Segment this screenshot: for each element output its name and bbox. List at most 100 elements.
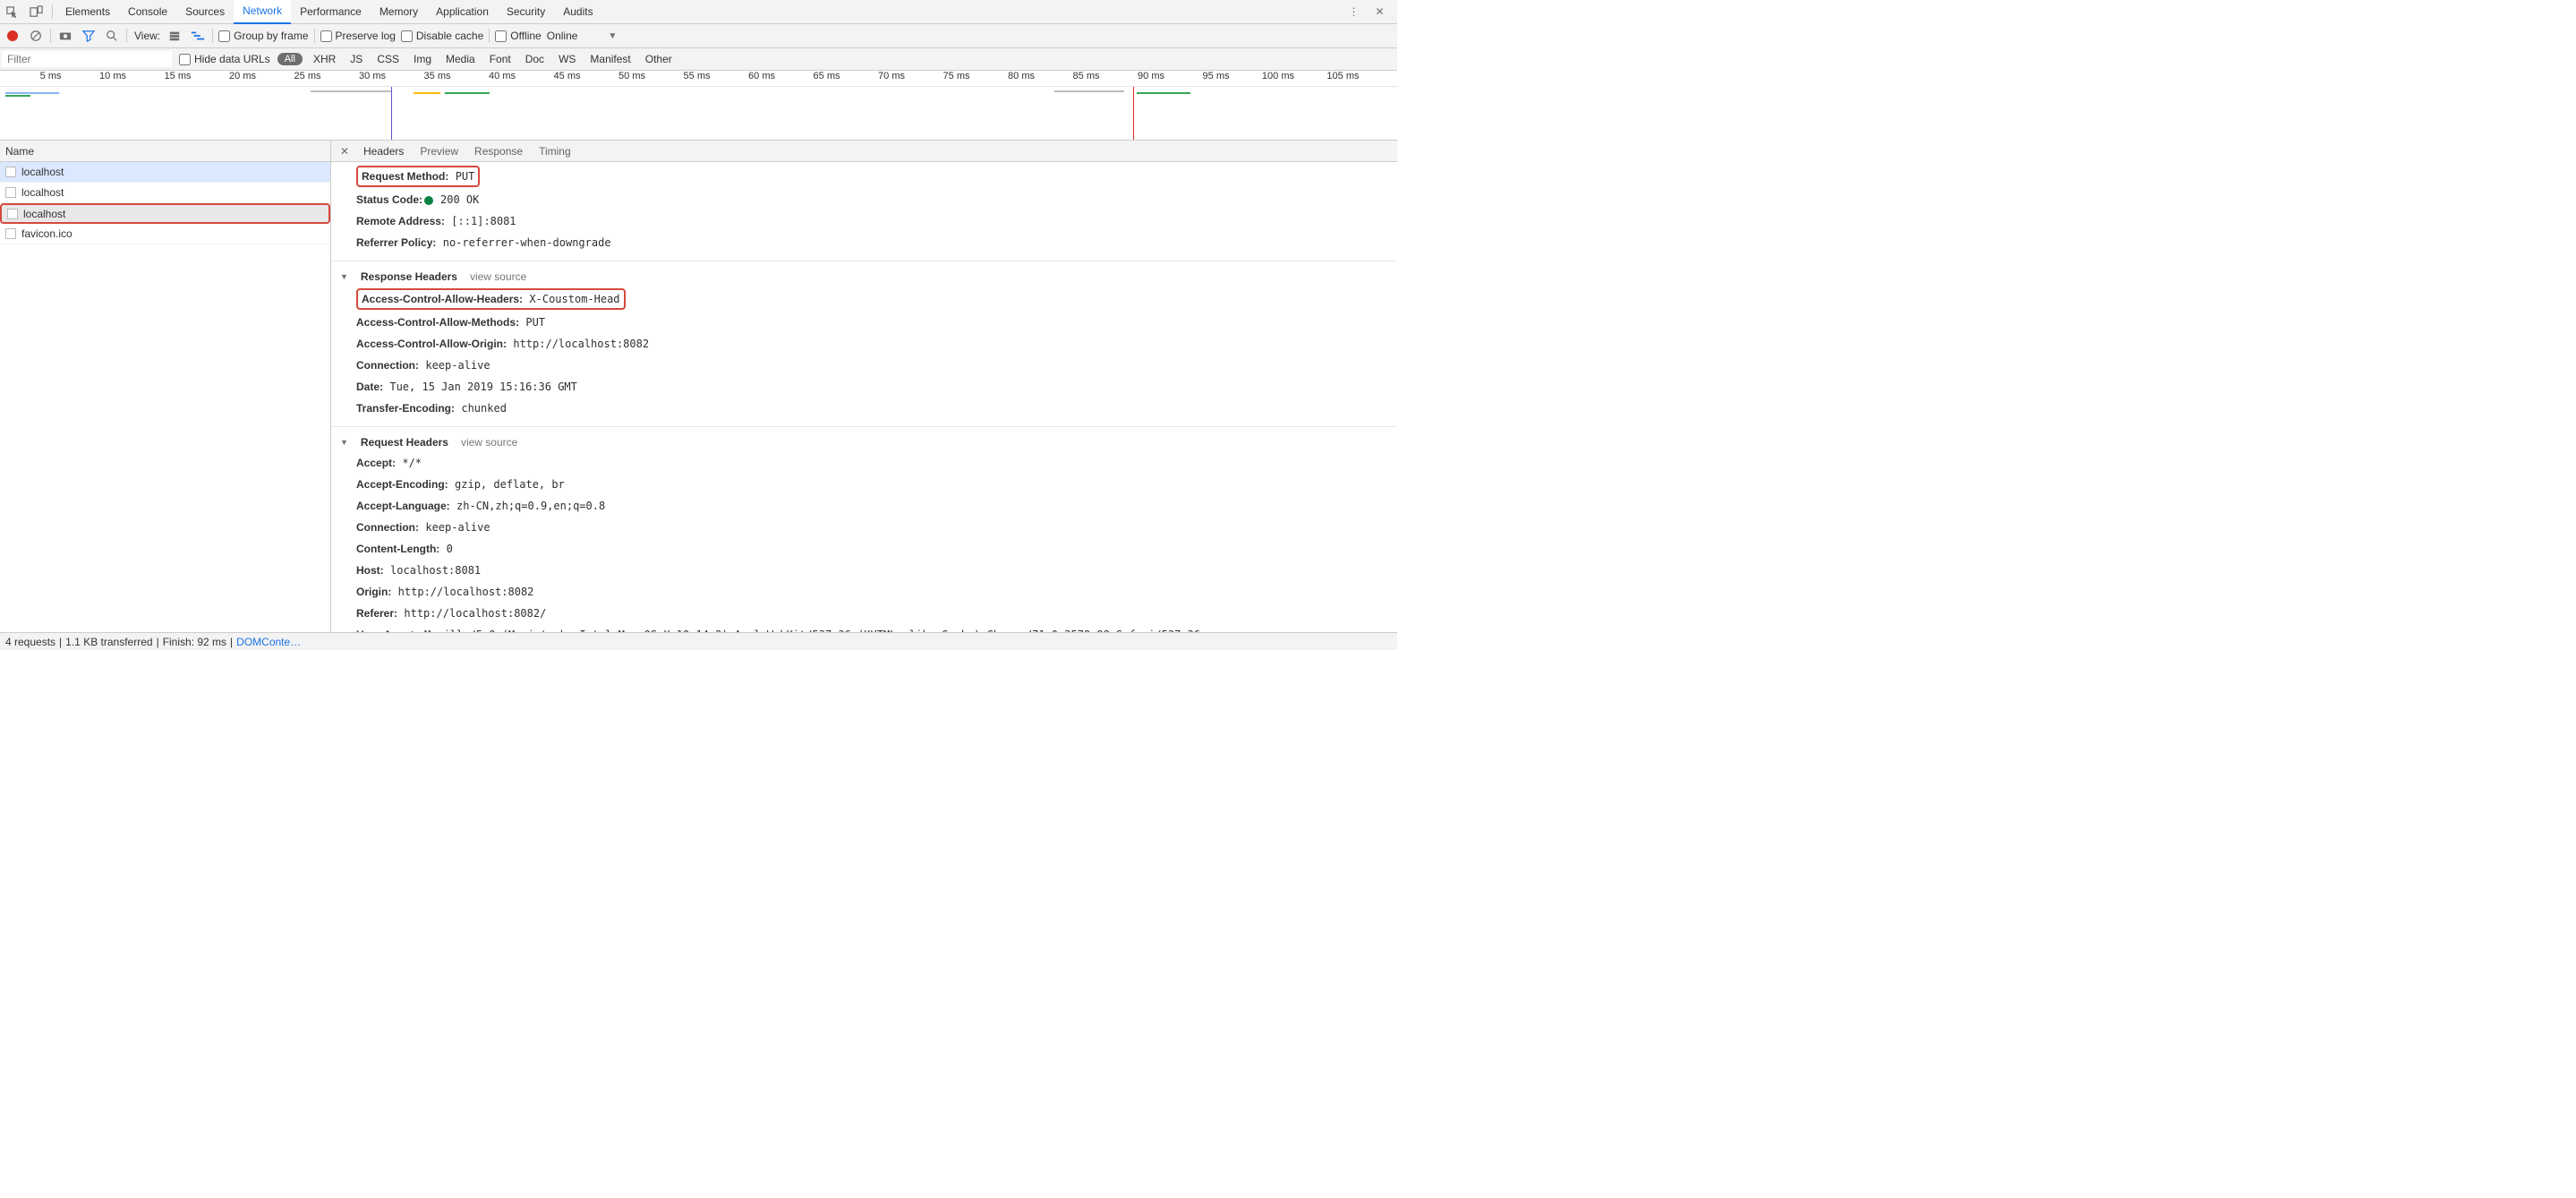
response-headers-section: ▼ Response Headers view source Access-Co… [331, 261, 1397, 427]
view-source-link[interactable]: view source [461, 436, 517, 449]
view-label: View: [134, 30, 160, 42]
offline-label: Offline [510, 30, 541, 42]
large-rows-icon[interactable] [166, 27, 183, 45]
filter-type-img[interactable]: Img [410, 53, 435, 65]
header-row: Access-Control-Allow-Origin: http://loca… [340, 333, 1388, 355]
tab-elements[interactable]: Elements [56, 0, 119, 24]
main-tabs: ElementsConsoleSourcesNetworkPerformance… [56, 0, 602, 24]
filter-type-doc[interactable]: Doc [522, 53, 548, 65]
timeline-tick: 60 ms [714, 71, 780, 86]
filter-type-xhr[interactable]: XHR [310, 53, 339, 65]
filter-type-all[interactable]: All [277, 53, 303, 65]
filter-input[interactable] [2, 51, 172, 67]
divider [52, 4, 53, 19]
header-row: Accept: */* [340, 452, 1388, 474]
tab-application[interactable]: Application [427, 0, 498, 24]
throttling-select[interactable]: Online [547, 30, 578, 42]
divider [212, 29, 213, 43]
timeline-tick: 65 ms [779, 71, 844, 86]
request-row[interactable]: localhost [0, 203, 330, 224]
search-icon[interactable] [103, 27, 121, 45]
tab-sources[interactable]: Sources [176, 0, 234, 24]
tab-performance[interactable]: Performance [291, 0, 371, 24]
disable-cache-label: Disable cache [416, 30, 483, 42]
header-row: Accept-Language: zh-CN,zh;q=0.9,en;q=0.8 [340, 495, 1388, 517]
name-column-header[interactable]: Name [0, 141, 330, 162]
header-row: Referrer Policy: no-referrer-when-downgr… [340, 232, 1388, 253]
request-name: localhost [23, 208, 65, 220]
request-name: localhost [21, 166, 64, 178]
detail-tab-headers[interactable]: Headers [363, 145, 404, 158]
capture-screenshot-icon[interactable] [56, 27, 74, 45]
detail-tab-response[interactable]: Response [474, 145, 523, 158]
preserve-log-label: Preserve log [336, 30, 396, 42]
general-section: Request Method: PUTStatus Code:200 OKRem… [331, 162, 1397, 261]
filter-type-font[interactable]: Font [486, 53, 515, 65]
file-icon [5, 187, 16, 198]
header-row: Date: Tue, 15 Jan 2019 15:16:36 GMT [340, 376, 1388, 398]
request-row[interactable]: favicon.ico [0, 224, 330, 244]
device-toolbar-icon[interactable] [24, 0, 48, 24]
header-row: Accept-Encoding: gzip, deflate, br [340, 474, 1388, 495]
filter-type-other[interactable]: Other [642, 53, 676, 65]
group-by-frame-checkbox[interactable]: Group by frame [218, 30, 308, 42]
header-row: Status Code:200 OK [340, 189, 1388, 210]
divider [489, 29, 490, 43]
timeline-tick: 5 ms [0, 71, 65, 86]
file-icon [5, 167, 16, 177]
waterfall-overview [0, 87, 1397, 141]
filter-type-css[interactable]: CSS [373, 53, 403, 65]
record-button[interactable] [4, 27, 21, 45]
timeline-tick: 55 ms [649, 71, 714, 86]
inspect-icon[interactable] [0, 0, 24, 24]
timeline-tick: 50 ms [584, 71, 650, 86]
close-detail-icon[interactable]: ✕ [338, 145, 351, 158]
hide-data-urls-checkbox[interactable]: Hide data URLs [179, 53, 270, 65]
request-row[interactable]: localhost [0, 162, 330, 183]
timeline-tick: 110 [1363, 71, 1398, 86]
kebab-icon[interactable]: ⋮ [1342, 0, 1366, 24]
hide-data-urls-label: Hide data URLs [194, 53, 270, 65]
file-icon [5, 228, 16, 239]
header-row: Referer: http://localhost:8082/ [340, 603, 1388, 624]
status-transferred: 1.1 KB transferred [65, 636, 152, 648]
tab-network[interactable]: Network [234, 0, 291, 24]
timeline-overview[interactable]: 5 ms10 ms15 ms20 ms25 ms30 ms35 ms40 ms4… [0, 71, 1397, 141]
timeline-tick: 95 ms [1168, 71, 1233, 86]
clear-icon[interactable] [27, 27, 45, 45]
triangle-down-icon[interactable]: ▼ [340, 272, 348, 281]
filter-type-media[interactable]: Media [442, 53, 479, 65]
response-headers-title: Response Headers [361, 270, 457, 283]
filter-type-manifest[interactable]: Manifest [586, 53, 634, 65]
view-source-link[interactable]: view source [470, 270, 526, 283]
divider [126, 29, 127, 43]
close-icon[interactable]: ✕ [1368, 0, 1392, 24]
timeline-tick: 85 ms [1038, 71, 1104, 86]
disable-cache-checkbox[interactable]: Disable cache [401, 30, 483, 42]
chevron-down-icon[interactable]: ▼ [608, 31, 617, 41]
tab-security[interactable]: Security [498, 0, 554, 24]
filter-icon[interactable] [80, 27, 98, 45]
header-row: Remote Address: [::1]:8081 [340, 210, 1388, 232]
triangle-down-icon[interactable]: ▼ [340, 438, 348, 447]
waterfall-view-icon[interactable] [189, 27, 207, 45]
request-headers-section: ▼ Request Headers view source Accept: */… [331, 427, 1397, 632]
timeline-tick: 90 ms [1104, 71, 1169, 86]
preserve-log-checkbox[interactable]: Preserve log [320, 30, 396, 42]
timeline-tick: 45 ms [519, 71, 584, 86]
detail-tab-preview[interactable]: Preview [420, 145, 458, 158]
timeline-tick: 40 ms [455, 71, 520, 86]
detail-tab-timing[interactable]: Timing [539, 145, 571, 158]
request-name: localhost [21, 186, 64, 199]
tab-audits[interactable]: Audits [554, 0, 601, 24]
tab-memory[interactable]: Memory [371, 0, 427, 24]
timeline-tick: 30 ms [325, 71, 390, 86]
timeline-tick: 100 ms [1233, 71, 1299, 86]
filter-type-js[interactable]: JS [346, 53, 366, 65]
request-row[interactable]: localhost [0, 183, 330, 203]
header-row: Connection: keep-alive [340, 355, 1388, 376]
header-row: Access-Control-Allow-Methods: PUT [340, 312, 1388, 333]
offline-checkbox[interactable]: Offline [495, 30, 541, 42]
tab-console[interactable]: Console [119, 0, 176, 24]
filter-type-ws[interactable]: WS [555, 53, 579, 65]
